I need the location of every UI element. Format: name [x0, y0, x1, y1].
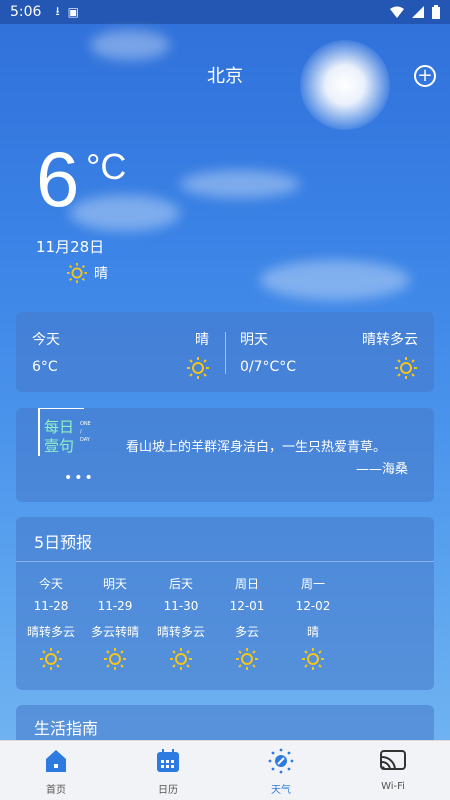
- forecast-day: 今天 11-28 晴转多云: [16, 575, 86, 677]
- cloud-decoration: [180, 170, 300, 198]
- today-column: 今天 晴 6°C: [16, 312, 225, 392]
- sun-icon: [66, 262, 88, 284]
- sun-icon: [146, 647, 216, 677]
- sun-icon: [187, 357, 209, 379]
- today-condition: 晴: [195, 332, 209, 348]
- forecast-title: 5日预报: [34, 533, 93, 552]
- forecast-date: 11-30: [163, 599, 199, 613]
- cloud-decoration: [70, 195, 180, 231]
- status-time: 5:06: [10, 4, 42, 20]
- sun-icon: [212, 647, 282, 677]
- weather-icon: [267, 747, 295, 775]
- forecast-condition: 晴: [306, 625, 319, 639]
- badge-line-1: 每日: [44, 418, 75, 436]
- forecast-day-name: 明天: [102, 577, 127, 591]
- temperature-unit: °C: [86, 146, 127, 187]
- forecast-day-name: 周一: [300, 577, 325, 591]
- life-guide-card[interactable]: 生活指南: [16, 705, 434, 745]
- forecast-condition: 多云转晴: [90, 625, 139, 639]
- badge-small-1: ONE: [80, 421, 91, 427]
- forecast-day-name: 今天: [38, 577, 63, 591]
- cloud-decoration: [260, 260, 410, 300]
- forecast-day-name: 后天: [168, 577, 193, 591]
- quote-author: ——海桑: [356, 462, 409, 477]
- badge-small-3: DAY: [80, 437, 90, 443]
- wifi-cast-icon: [379, 747, 407, 775]
- tab-label: 首页: [46, 785, 66, 796]
- tomorrow-column: 明天 晴转多云 0/7°C°C: [226, 312, 434, 392]
- current-condition: 晴: [66, 262, 108, 284]
- notification-icon: ▣: [67, 5, 79, 19]
- quote-text: 看山坡上的羊群浑身洁白，一生只热爱青草。: [126, 440, 387, 455]
- today-range: 6°C: [32, 359, 58, 375]
- forecast-date: 11-29: [97, 599, 133, 613]
- current-condition-label: 晴: [94, 266, 108, 282]
- download-icon: ⭳: [55, 3, 60, 18]
- sun-icon: [278, 647, 348, 677]
- sun-icon: [80, 647, 150, 677]
- forecast-condition: 晴转多云: [26, 625, 75, 639]
- tab-wifi[interactable]: Wi-Fi: [353, 741, 433, 800]
- forecast-day: 明天 11-29 多云转晴: [80, 575, 150, 677]
- tomorrow-condition: 晴转多云: [362, 332, 418, 348]
- tab-home[interactable]: 首页: [16, 741, 96, 800]
- add-city-button[interactable]: +: [414, 65, 436, 87]
- badge-small-2: /: [80, 429, 82, 435]
- forecast-date: 11-28: [33, 599, 69, 613]
- battery-icon: [432, 5, 440, 19]
- forecast-condition: 多云: [234, 625, 259, 639]
- forecast-day-name: 周日: [234, 577, 259, 591]
- tomorrow-label: 明天: [240, 332, 268, 348]
- cell-signal-icon: [412, 6, 424, 18]
- cloud-decoration: [90, 30, 170, 60]
- more-dots: •••: [64, 470, 95, 486]
- forecast-card: 5日预报 今天 11-28 晴转多云 明天 11-29 多云转晴 后天 11-30 晴转多云 周日…: [16, 517, 434, 690]
- bottom-tab-bar: 首页 日历 天气 Wi-Fi: [0, 740, 450, 800]
- badge-line-2: 壹句: [44, 437, 75, 455]
- forecast-date: 12-02: [295, 599, 331, 613]
- forecast-divider: [16, 561, 434, 562]
- current-date: 11月28日: [36, 238, 105, 256]
- life-guide-title: 生活指南: [34, 719, 99, 738]
- sun-icon: [395, 357, 417, 379]
- sun-icon: [16, 647, 86, 677]
- calendar-icon: [154, 747, 182, 775]
- daily-quote-card[interactable]: 每日 壹句 ONE / DAY ••• 看山坡上的羊群浑身洁白，一生只热爱青草。…: [16, 408, 434, 502]
- forecast-day: 后天 11-30 晴转多云: [146, 575, 216, 677]
- wifi-signal-icon: [390, 6, 404, 18]
- tab-label: Wi-Fi: [381, 781, 405, 792]
- tab-label: 日历: [158, 785, 178, 796]
- today-tomorrow-card: 今天 晴 6°C 明天 晴转多云 0/7°C°C: [16, 312, 434, 392]
- home-icon: [42, 747, 70, 775]
- tab-calendar[interactable]: 日历: [128, 741, 208, 800]
- forecast-date: 12-01: [229, 599, 265, 613]
- add-icon: +: [417, 65, 433, 86]
- forecast-condition: 晴转多云: [156, 625, 205, 639]
- tab-label: 天气: [271, 785, 291, 796]
- current-temperature: 6: [36, 135, 80, 223]
- forecast-day: 周日 12-01 多云: [212, 575, 282, 677]
- tab-weather[interactable]: 天气: [241, 741, 321, 800]
- city-name[interactable]: 北京: [0, 62, 450, 88]
- today-label: 今天: [32, 332, 60, 348]
- status-bar: 5:06 ⭳ ▣: [0, 0, 450, 24]
- tomorrow-range: 0/7°C°C: [240, 359, 297, 375]
- forecast-day: 周一 12-02 晴: [278, 575, 348, 677]
